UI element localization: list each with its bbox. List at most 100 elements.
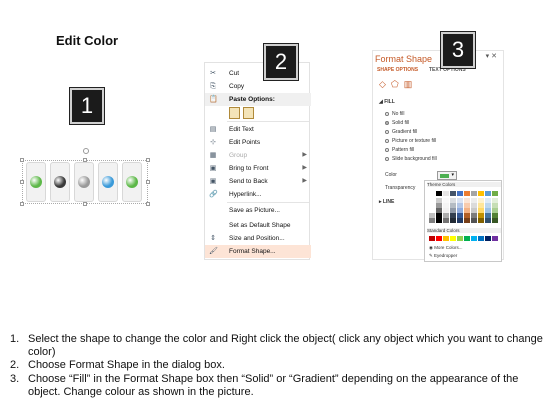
instructions-list: 1. Select the shape to change the color a… — [10, 333, 550, 399]
color-swatch[interactable] — [457, 218, 463, 223]
color-swatch[interactable] — [450, 236, 456, 241]
eyedropper-option[interactable]: ✎ Eyedropper — [429, 253, 457, 259]
pane-title: Format Shape — [375, 54, 433, 64]
color-swatch[interactable] — [471, 218, 477, 223]
color-picker-button[interactable]: ▾ — [437, 171, 457, 180]
radio-picture-fill[interactable]: Picture or texture fill — [385, 138, 436, 144]
theme-color-column[interactable] — [471, 191, 477, 223]
color-swatch[interactable] — [457, 236, 463, 241]
paste-icon[interactable] — [229, 107, 240, 119]
color-label: Color — [385, 172, 397, 178]
fill-section-header[interactable]: ◢ FILL — [379, 99, 395, 105]
theme-color-column[interactable] — [457, 191, 463, 223]
close-icon[interactable]: ▾ ✕ — [486, 52, 497, 60]
chevron-down-icon: ▾ — [451, 172, 454, 178]
color-swatch[interactable] — [436, 218, 442, 223]
theme-color-column[interactable] — [478, 191, 484, 223]
step-3-badge: 3 — [440, 31, 476, 69]
theme-color-column[interactable] — [492, 191, 498, 223]
resize-handle[interactable] — [20, 158, 24, 162]
send-to-back-icon: ▣ — [209, 178, 217, 185]
menu-item-size-and-position[interactable]: ⇕ Size and Position... — [205, 232, 311, 245]
radio-no-fill[interactable]: No fill — [385, 111, 405, 117]
radio-gradient-fill[interactable]: Gradient fill — [385, 129, 417, 135]
blue-dot[interactable] — [102, 176, 114, 188]
color-swatch[interactable] — [478, 191, 484, 196]
bring-to-front-icon: ▣ — [209, 165, 217, 172]
color-swatch[interactable] — [429, 218, 435, 223]
paste-option-buttons[interactable] — [229, 106, 269, 120]
radio-pattern-fill[interactable]: Pattern fill — [385, 147, 414, 153]
theme-color-column[interactable] — [485, 191, 491, 223]
menu-item-save-as-picture[interactable]: Save as Picture... — [205, 204, 311, 217]
instruction-step: 2. Choose Format Shape in the dialog box. — [10, 359, 225, 372]
step-1-badge: 1 — [69, 87, 105, 125]
theme-color-column[interactable] — [429, 191, 435, 223]
context-menu: ✂ Cut ⎘ Copy 📋 Paste Options: ▤ Edit Text ⊹ E… — [204, 62, 311, 260]
color-swatch[interactable] — [436, 236, 442, 241]
resize-handle[interactable] — [20, 180, 24, 184]
menu-item-edit-points[interactable]: ⊹ Edit Points — [205, 136, 311, 149]
color-swatch[interactable] — [492, 191, 498, 196]
color-swatch[interactable] — [429, 236, 435, 241]
color-swatch[interactable] — [478, 218, 484, 223]
resize-handle[interactable] — [146, 158, 150, 162]
menu-separator — [227, 202, 309, 203]
color-swatch[interactable] — [485, 236, 491, 241]
instruction-step: 1. Select the shape to change the color a… — [10, 333, 543, 359]
color-swatch[interactable] — [471, 191, 477, 196]
color-swatch[interactable] — [471, 236, 477, 241]
color-swatch[interactable] — [464, 191, 470, 196]
resize-handle[interactable] — [146, 202, 150, 206]
color-swatch[interactable] — [492, 218, 498, 223]
format-brush-icon: 🖌 — [209, 248, 218, 255]
link-icon: 🔗 — [209, 191, 218, 198]
resize-handle[interactable] — [20, 202, 24, 206]
color-swatch[interactable] — [478, 236, 484, 241]
selected-shape-group[interactable] — [20, 148, 150, 216]
fill-line-icon[interactable]: ◇⬠▥ — [379, 79, 417, 90]
line-section-header[interactable]: ▸ LINE — [379, 199, 394, 205]
resize-handle[interactable] — [146, 180, 150, 184]
menu-item-bring-to-front[interactable]: ▣ Bring to Front ▶ — [205, 162, 311, 175]
green-dot[interactable] — [30, 176, 42, 188]
color-swatch[interactable] — [485, 191, 491, 196]
resize-handle[interactable] — [83, 202, 87, 206]
menu-item-format-shape[interactable]: 🖌 Format Shape... — [205, 245, 311, 258]
color-swatch[interactable] — [450, 218, 456, 223]
clipboard-icon: 📋 — [209, 96, 218, 103]
color-swatch[interactable] — [443, 236, 449, 241]
color-swatch[interactable] — [492, 236, 498, 241]
gray-dot[interactable] — [78, 176, 90, 188]
color-swatch[interactable] — [429, 191, 435, 196]
color-swatch[interactable] — [457, 191, 463, 196]
theme-color-column[interactable] — [436, 191, 442, 223]
color-swatch[interactable] — [464, 218, 470, 223]
color-swatch[interactable] — [485, 218, 491, 223]
menu-item-set-default-shape[interactable]: Set as Default Shape — [205, 219, 311, 232]
menu-item-copy[interactable]: ⎘ Copy — [205, 80, 311, 93]
paste-picture-icon[interactable] — [243, 107, 254, 119]
menu-item-hyperlink[interactable]: 🔗 Hyperlink... — [205, 188, 311, 201]
theme-color-column[interactable] — [464, 191, 470, 223]
theme-color-column[interactable] — [450, 191, 456, 223]
menu-item-group[interactable]: ▦ Group ▶ — [205, 149, 311, 162]
standard-colors-label: Standard Colors — [427, 228, 501, 233]
black-dot[interactable] — [54, 176, 66, 188]
theme-color-column[interactable] — [443, 191, 449, 223]
page-title: Edit Color — [56, 33, 119, 48]
color-swatch[interactable] — [450, 191, 456, 196]
rotate-handle[interactable] — [83, 148, 89, 154]
tab-shape-options[interactable]: SHAPE OPTIONS — [377, 67, 418, 73]
menu-item-send-to-back[interactable]: ▣ Send to Back ▶ — [205, 175, 311, 188]
color-swatch[interactable] — [443, 191, 449, 196]
more-colors-option[interactable]: ◉ More Colors... — [429, 245, 462, 251]
menu-item-edit-text[interactable]: ▤ Edit Text — [205, 123, 311, 136]
resize-handle[interactable] — [83, 158, 87, 162]
color-swatch[interactable] — [436, 191, 442, 196]
radio-slide-background-fill[interactable]: Slide background fill — [385, 156, 437, 162]
radio-solid-fill[interactable]: Solid fill — [385, 120, 409, 126]
color-swatch[interactable] — [443, 218, 449, 223]
color-swatch[interactable] — [464, 236, 470, 241]
green-dot[interactable] — [126, 176, 138, 188]
